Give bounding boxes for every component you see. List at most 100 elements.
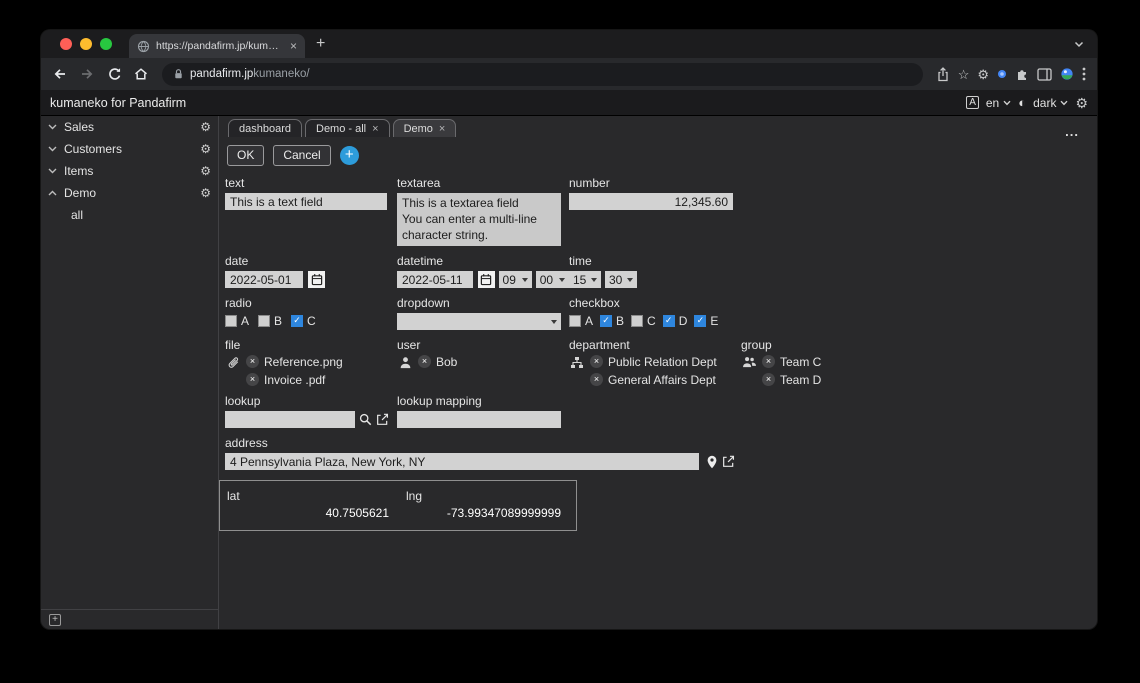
radio-option[interactable]: A (225, 314, 249, 328)
address-bar[interactable]: pandafirm.jpkumaneko/ (162, 62, 923, 86)
checkbox-option[interactable]: ✓ E (694, 314, 718, 328)
checkbox-box-checked[interactable]: ✓ (600, 314, 613, 327)
extension-gear-icon[interactable]: ⚙ (977, 68, 989, 81)
file-chip: × Invoice .pdf (246, 373, 343, 387)
group-chip: × Team D (762, 373, 821, 387)
zoom-window-button[interactable] (100, 38, 112, 50)
remove-icon[interactable]: × (590, 373, 603, 386)
form-row: lookup lookup mapping (225, 386, 1089, 428)
sidebar-item-customers[interactable]: Customers ⚙ (41, 138, 218, 160)
browser-tab[interactable]: https://pandafirm.jp/kumaneko × (129, 34, 305, 58)
group-name[interactable]: Team D (780, 373, 821, 387)
sidebar-item-items[interactable]: Items ⚙ (41, 160, 218, 182)
remove-icon[interactable]: × (418, 355, 431, 368)
address-input[interactable]: 4 Pennsylvania Plaza, New York, NY (225, 453, 699, 470)
extension-dot-icon[interactable] (997, 69, 1007, 79)
sidebar-gear-icon[interactable]: ⚙ (200, 186, 211, 200)
checkbox-option[interactable]: ✓ D (662, 314, 687, 328)
sidebar-item-demo[interactable]: Demo ⚙ (41, 182, 218, 204)
chevron-down-icon (1060, 100, 1068, 105)
sidebar-gear-icon[interactable]: ⚙ (200, 142, 211, 156)
radio-box[interactable] (258, 314, 271, 327)
time-hour-select[interactable]: 15 (569, 271, 601, 288)
lookup-input[interactable] (225, 411, 355, 428)
language-select[interactable]: en (986, 96, 1011, 110)
new-tab-button[interactable]: + (316, 36, 325, 52)
department-name[interactable]: General Affairs Dept (608, 373, 716, 387)
extensions-puzzle-icon[interactable] (1015, 67, 1029, 81)
sidebar-gear-icon[interactable]: ⚙ (200, 120, 211, 134)
checkbox-box[interactable] (631, 314, 644, 327)
number-input[interactable]: 12,345.60 (569, 193, 733, 210)
calendar-icon[interactable] (308, 271, 325, 288)
department-chip: × General Affairs Dept (590, 373, 717, 387)
tab-demo[interactable]: Demo × (392, 119, 457, 137)
checkbox-option[interactable]: C (631, 314, 656, 328)
reload-icon[interactable] (102, 62, 126, 86)
department-name[interactable]: Public Relation Dept (608, 355, 717, 369)
tab-demo-all[interactable]: Demo - all × (305, 119, 390, 137)
field-file: file × Reference.png × Invoice .pdf (225, 330, 397, 387)
forward-icon[interactable] (75, 62, 99, 86)
remove-icon[interactable]: × (246, 355, 259, 368)
minimize-window-button[interactable] (80, 38, 92, 50)
remove-icon[interactable]: × (246, 373, 259, 386)
calendar-icon[interactable] (478, 271, 495, 288)
remove-icon[interactable]: × (590, 355, 603, 368)
tab-dashboard[interactable]: dashboard (228, 119, 302, 137)
checkbox-option[interactable]: ✓ B (600, 314, 624, 328)
dropdown-select[interactable] (397, 313, 561, 330)
sidebar-item-sales[interactable]: Sales ⚙ (41, 116, 218, 138)
search-icon[interactable] (359, 413, 372, 426)
file-name[interactable]: Invoice .pdf (264, 373, 325, 387)
checkbox-box-checked[interactable]: ✓ (662, 314, 675, 327)
open-external-icon[interactable] (376, 413, 389, 426)
tab-close-icon[interactable]: × (290, 39, 297, 53)
textarea-input[interactable]: This is a textarea field You can enter a… (397, 193, 561, 246)
bookmark-star-icon[interactable]: ☆ (958, 68, 970, 81)
tab-search-chevron-icon[interactable] (1074, 41, 1084, 48)
checkbox-box-checked[interactable]: ✓ (694, 314, 707, 327)
chevron-down-icon (48, 168, 57, 174)
user-name[interactable]: Bob (436, 355, 457, 369)
radio-box[interactable] (225, 314, 237, 327)
tab-close-icon[interactable]: × (439, 123, 445, 135)
ok-button[interactable]: OK (227, 145, 265, 166)
date-input[interactable]: 2022-05-01 (225, 271, 303, 288)
time-minute-select[interactable]: 30 (605, 271, 637, 288)
radio-option[interactable]: B (258, 314, 282, 328)
cancel-button[interactable]: Cancel (273, 145, 331, 166)
theme-select[interactable]: dark (1033, 96, 1068, 110)
side-panel-icon[interactable] (1037, 67, 1052, 81)
open-external-icon[interactable] (722, 455, 735, 468)
text-input[interactable]: This is a text field (225, 193, 387, 210)
datetime-hour-select[interactable]: 09 (498, 271, 532, 288)
extension-globe-icon[interactable] (1060, 67, 1074, 81)
sidebar-item-demo-all[interactable]: all (41, 204, 218, 226)
add-app-icon[interactable]: + (49, 613, 61, 626)
close-window-button[interactable] (60, 38, 72, 50)
browser-menu-icon[interactable] (1082, 67, 1086, 81)
add-record-button[interactable]: + (339, 146, 359, 165)
remove-icon[interactable]: × (762, 355, 775, 368)
more-menu-icon[interactable]: ... (1065, 124, 1079, 139)
select-value: 30 (609, 272, 623, 287)
field-dropdown: dropdown (397, 288, 569, 330)
group-name[interactable]: Team C (780, 355, 821, 369)
datetime-date-input[interactable]: 2022-05-11 (397, 271, 474, 288)
share-icon[interactable] (936, 66, 950, 82)
tab-close-icon[interactable]: × (372, 123, 378, 135)
back-icon[interactable] (48, 62, 72, 86)
sidebar-gear-icon[interactable]: ⚙ (200, 164, 211, 178)
file-name[interactable]: Reference.png (264, 355, 343, 369)
checkbox-option[interactable]: A (569, 314, 593, 328)
radio-box-checked[interactable]: ✓ (291, 314, 304, 327)
map-pin-icon[interactable] (706, 455, 718, 469)
datetime-minute-select[interactable]: 00 (535, 271, 569, 288)
checkbox-box[interactable] (569, 314, 581, 327)
remove-icon[interactable]: × (762, 373, 775, 386)
radio-option[interactable]: ✓ C (291, 314, 316, 328)
app-settings-gear-icon[interactable]: ⚙ (1075, 96, 1088, 110)
home-icon[interactable] (129, 62, 153, 86)
lookup-mapping-input[interactable] (397, 411, 561, 428)
